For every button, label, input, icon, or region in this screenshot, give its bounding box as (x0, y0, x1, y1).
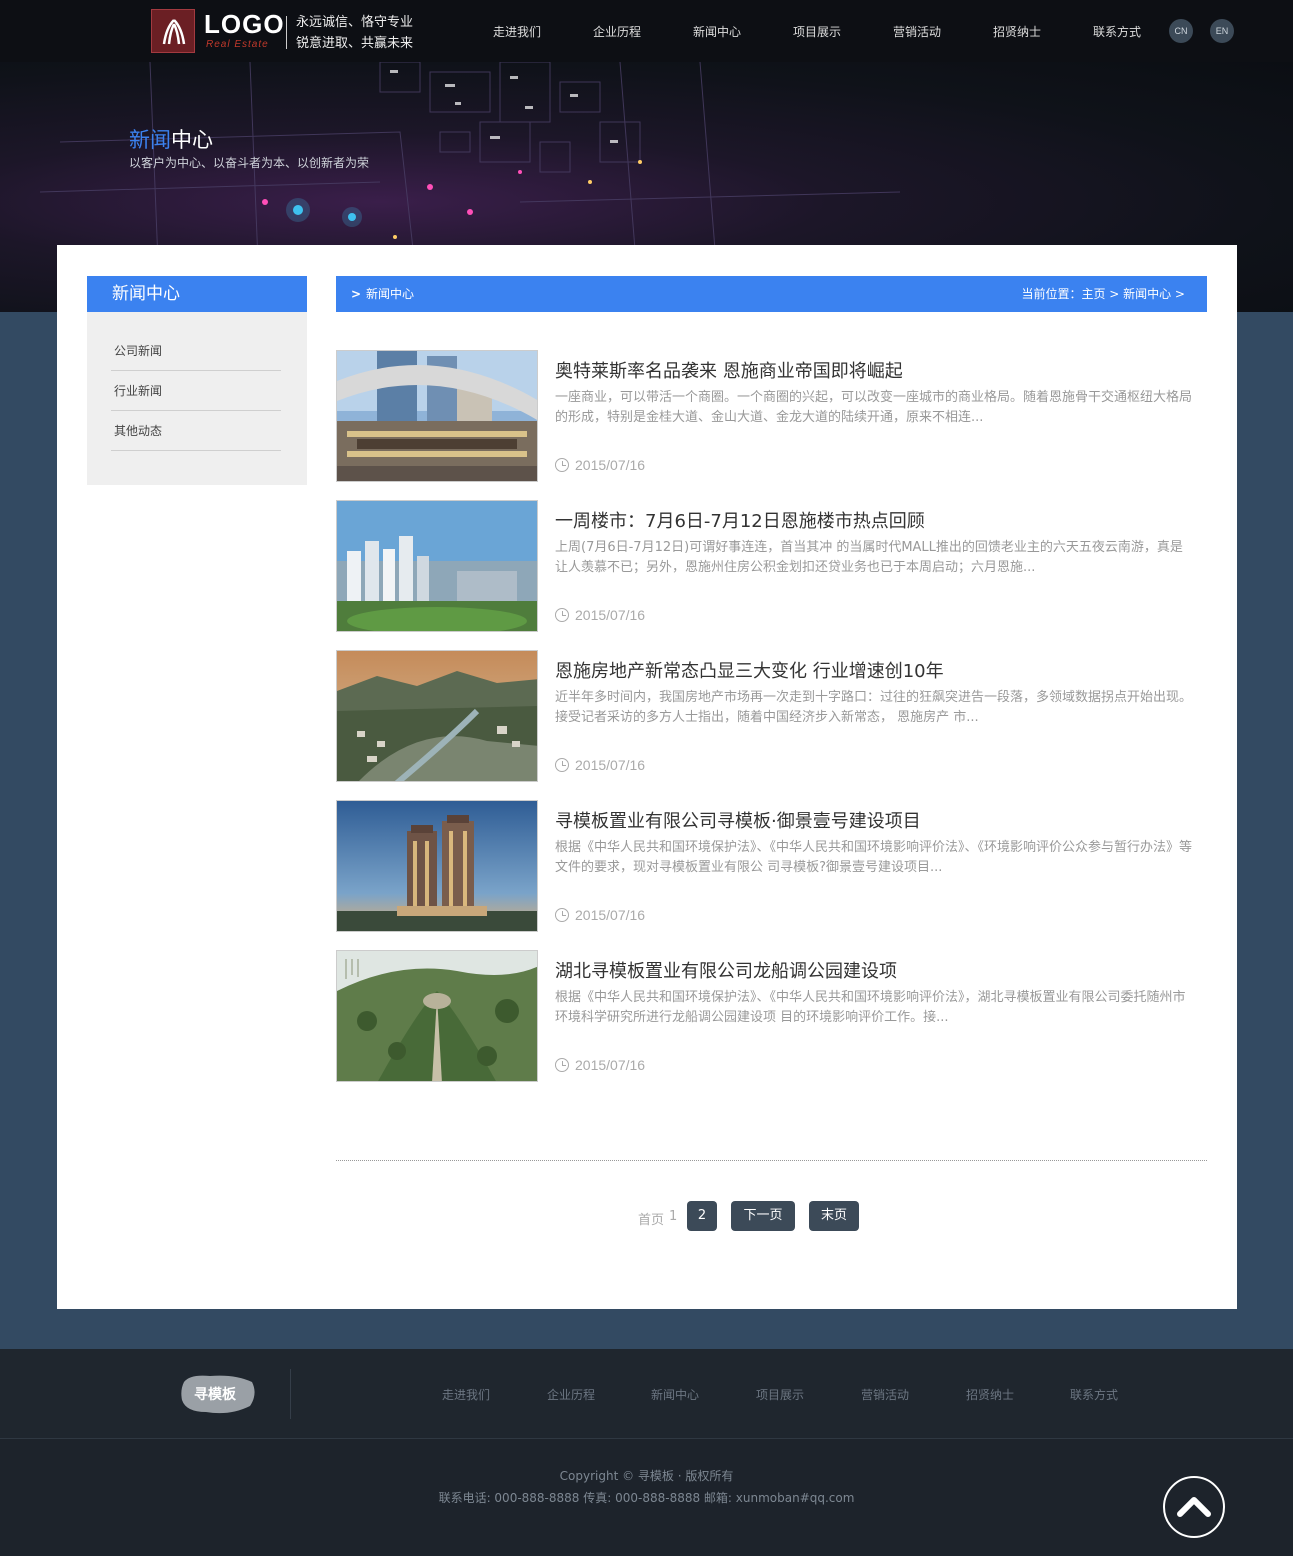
news-date: 2015/07/16 (555, 757, 645, 773)
banner-subtitle: 以客户为中心、以奋斗者为本、以创新者为荣 (129, 156, 370, 170)
pager-first[interactable]: 首页 (638, 1209, 664, 1228)
lang-en-button[interactable]: EN (1210, 19, 1234, 43)
nav-item-marketing[interactable]: 营销活动 (893, 23, 941, 40)
top-header: LOGO Real Estate 永远诚信、恪守专业 锐意进取、共赢未来 走进我… (0, 0, 1293, 62)
footer-nav-projects[interactable]: 项目展示 (756, 1386, 804, 1403)
sidebar-item-company-news[interactable]: 公司新闻 (111, 331, 281, 371)
header-slogan: 永远诚信、恪守专业 锐意进取、共赢未来 (296, 12, 413, 54)
slogan-line-2: 锐意进取、共赢未来 (296, 36, 414, 51)
news-title[interactable]: 湖北寻模板置业有限公司龙船调公园建设项 (555, 957, 897, 983)
footer-logo[interactable]: 寻模板 (180, 1372, 258, 1416)
clock-icon (555, 458, 569, 472)
nav-item-contact[interactable]: 联系方式 (1093, 23, 1141, 40)
back-to-top-icon[interactable] (1163, 1476, 1225, 1538)
pager-next[interactable]: 下一页 (731, 1201, 795, 1231)
news-title[interactable]: 一周楼市：7月6日-7月12日恩施楼市热点回顾 (555, 507, 925, 533)
footer-nav-about[interactable]: 走进我们 (442, 1386, 490, 1403)
copyright-text: Copyright © 寻模板 · 版权所有 (559, 1469, 734, 1483)
logo-subtext: Real Estate (206, 39, 269, 50)
news-date: 2015/07/16 (555, 607, 645, 623)
logo-text: LOGO (204, 9, 285, 39)
footer-copyright: Copyright © 寻模板 · 版权所有 联系电话: 000-888-888… (0, 1465, 1293, 1509)
news-summary: 根据《中华人民共和国环境保护法》、《中华人民共和国环境影响评价法》、《环境影响评… (555, 840, 1193, 875)
breadcrumb-bar: > 新闻中心 当前位置：主页 > 新闻中心 > (336, 276, 1207, 312)
news-item: 寻模板置业有限公司寻模板·御景壹号建设项目 根据《中华人民共和国环境保护法》、《… (336, 800, 1207, 932)
footer-nav-careers[interactable]: 招贤纳士 (966, 1386, 1014, 1403)
footer-nav-bar: 寻模板 走进我们 企业历程 新闻中心 项目展示 营销活动 招贤纳士 联系方式 (0, 1349, 1293, 1439)
footer-nav-contact[interactable]: 联系方式 (1070, 1386, 1118, 1403)
news-item: 恩施房地产新常态凸显三大变化 行业增速创10年 近半年多时间内，我国房地产市场再… (336, 650, 1207, 782)
pager-page-2[interactable]: 2 (687, 1201, 717, 1231)
clock-icon (555, 608, 569, 622)
sidebar-menu: 公司新闻 行业新闻 其他动态 (87, 312, 307, 485)
footer-divider (290, 1369, 291, 1419)
news-date: 2015/07/16 (555, 907, 645, 923)
footer-nav-history[interactable]: 企业历程 (547, 1386, 595, 1403)
contact-text: 联系电话: 000-888-8888 传真: 000-888-8888 邮箱: … (438, 1491, 855, 1505)
logo-emblem-icon (151, 9, 195, 53)
news-item: 奥特莱斯率名品袭来 恩施商业帝国即将崛起 一座商业，可以带活一个商圈。一个商圈的… (336, 350, 1207, 482)
banner-title: 新闻中心 (129, 124, 213, 154)
lang-cn-button[interactable]: CN (1169, 19, 1193, 43)
footer-nav-news[interactable]: 新闻中心 (651, 1386, 699, 1403)
section-title: 新闻中心 (366, 287, 415, 301)
pagination: 首页 1 2 下一页 末页 (57, 1201, 1237, 1231)
site-logo[interactable]: LOGO Real Estate (151, 9, 284, 53)
news-date-text: 2015/07/16 (575, 457, 646, 473)
clock-icon (555, 908, 569, 922)
news-date-text: 2015/07/16 (575, 907, 646, 923)
news-title[interactable]: 寻模板置业有限公司寻模板·御景壹号建设项目 (555, 807, 921, 833)
news-summary: 上周(7月6日-7月12日)可谓好事连连，首当其冲 的当属时代MALL推出的回馈… (555, 540, 1183, 575)
news-date-text: 2015/07/16 (575, 607, 646, 623)
sidebar-item-industry-news[interactable]: 行业新闻 (111, 371, 281, 411)
banner-title-highlight: 新闻 (129, 128, 171, 152)
chevron-right-icon: > (351, 287, 362, 301)
footer-logo-text: 寻模板 (194, 1387, 236, 1403)
clock-icon (555, 1058, 569, 1072)
content-panel: 新闻中心 公司新闻 行业新闻 其他动态 > 新闻中心 当前位置：主页 > 新闻中… (57, 245, 1237, 1309)
news-summary: 近半年多时间内，我国房地产市场再一次走到十字路口：过往的狂飙突进告一段落，多领域… (555, 690, 1193, 725)
list-divider (336, 1160, 1207, 1161)
news-summary: 根据《中华人民共和国环境保护法》、《中华人民共和国环境影响评价法》，湖北寻模板置… (555, 990, 1186, 1025)
pager-current: 1 (669, 1209, 678, 1224)
news-item: 一周楼市：7月6日-7月12日恩施楼市热点回顾 上周(7月6日-7月12日)可谓… (336, 500, 1207, 632)
site-footer: 寻模板 走进我们 企业历程 新闻中心 项目展示 营销活动 招贤纳士 联系方式 C… (0, 1349, 1293, 1556)
news-thumbnail[interactable] (336, 800, 538, 932)
news-thumbnail[interactable] (336, 650, 538, 782)
clock-icon (555, 758, 569, 772)
news-date: 2015/07/16 (555, 1057, 645, 1073)
nav-item-projects[interactable]: 项目展示 (793, 23, 841, 40)
news-thumbnail[interactable] (336, 500, 538, 632)
banner-title-rest: 中心 (171, 128, 213, 152)
nav-item-news[interactable]: 新闻中心 (693, 23, 741, 40)
sidebar-item-other-news[interactable]: 其他动态 (111, 411, 281, 451)
nav-item-about[interactable]: 走进我们 (493, 23, 541, 40)
logo-divider (286, 16, 287, 49)
news-date-text: 2015/07/16 (575, 757, 646, 773)
slogan-line-1: 永远诚信、恪守专业 (296, 15, 414, 30)
news-item: 湖北寻模板置业有限公司龙船调公园建设项 根据《中华人民共和国环境保护法》、《中华… (336, 950, 1207, 1082)
news-thumbnail[interactable] (336, 950, 538, 1082)
news-title[interactable]: 奥特莱斯率名品袭来 恩施商业帝国即将崛起 (555, 357, 903, 383)
nav-item-history[interactable]: 企业历程 (593, 23, 641, 40)
news-date-text: 2015/07/16 (575, 1057, 646, 1073)
news-thumbnail[interactable] (336, 350, 538, 482)
news-date: 2015/07/16 (555, 457, 645, 473)
nav-item-careers[interactable]: 招贤纳士 (993, 23, 1041, 40)
footer-nav-marketing[interactable]: 营销活动 (861, 1386, 909, 1403)
news-title[interactable]: 恩施房地产新常态凸显三大变化 行业增速创10年 (555, 657, 944, 683)
sidebar-title: 新闻中心 (87, 276, 307, 312)
breadcrumb[interactable]: 当前位置：主页 > 新闻中心 > (1021, 276, 1185, 312)
news-summary: 一座商业，可以带活一个商圈。一个商圈的兴起，可以改变一座城市的商业格局。随着恩施… (555, 390, 1193, 425)
pager-last[interactable]: 末页 (809, 1201, 859, 1231)
